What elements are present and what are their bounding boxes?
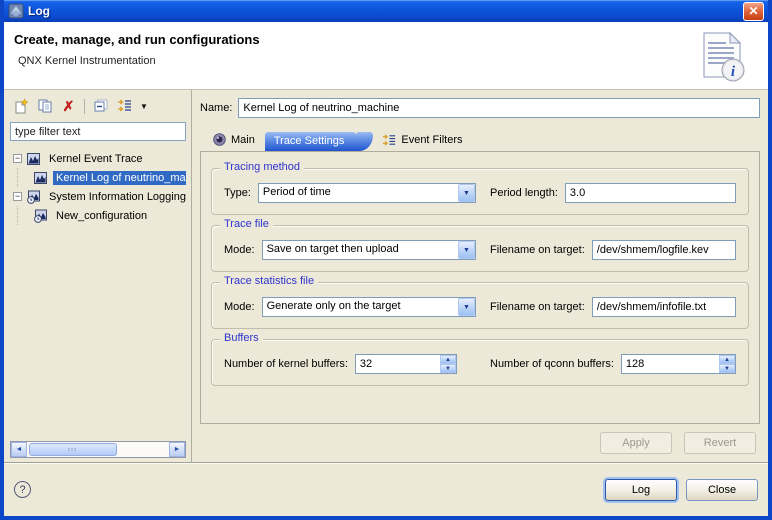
kernel-buffers-value[interactable] (356, 355, 440, 373)
kernel-buffers-stepper[interactable]: ▲ ▼ (355, 354, 457, 374)
selected-value: Generate only on the target (263, 298, 458, 316)
duplicate-icon[interactable] (36, 98, 53, 114)
tree-item-label[interactable]: System Information Logging (46, 190, 186, 204)
period-length-input[interactable] (565, 183, 736, 203)
period-length-label: Period length: (490, 187, 558, 199)
tab-trace-settings[interactable]: Trace Settings (265, 132, 359, 151)
tree-indent-guide (17, 206, 33, 225)
tab-label: Event Filters (401, 134, 462, 146)
stats-filename-input[interactable] (592, 297, 736, 317)
document-info-icon: i (696, 29, 748, 83)
tree-item-label[interactable]: New_configuration (53, 209, 150, 223)
group-title: Tracing method (220, 161, 304, 173)
collapse-all-icon[interactable] (92, 98, 109, 114)
selected-value: Save on target then upload (263, 241, 458, 259)
scrollbar-track[interactable] (27, 442, 169, 457)
filename-label: Filename on target: (490, 301, 585, 313)
tree-item-label[interactable]: Kernel Log of neutrino_machine (53, 171, 186, 185)
new-configuration-icon[interactable] (12, 98, 29, 114)
scroll-right-icon[interactable]: ► (169, 442, 185, 457)
tab-event-filters[interactable]: Event Filters (372, 128, 472, 151)
close-button[interactable]: Close (686, 479, 758, 501)
header-banner: Create, manage, and run configurations Q… (4, 22, 768, 90)
buffers-group: Buffers Number of kernel buffers: ▲ ▼ (211, 339, 749, 386)
tree-indent-guide (17, 168, 33, 187)
tree-item-new-configuration[interactable]: New_configuration (10, 206, 186, 225)
selected-value: Period of time (259, 184, 458, 202)
name-label: Name: (200, 102, 232, 114)
configuration-form: Name: Main Trace Settings (192, 90, 768, 462)
system-info-icon (33, 208, 49, 224)
close-icon[interactable]: ✕ (743, 2, 764, 21)
dialog-footer: ? Log Close (4, 462, 768, 516)
kernel-trace-icon (33, 170, 49, 186)
filename-label: Filename on target: (490, 244, 585, 256)
chevron-down-icon[interactable]: ▼ (458, 298, 475, 316)
configurations-tree: − Kernel Event Trace Kernel Log of neutr… (10, 147, 186, 439)
help-icon[interactable]: ? (14, 481, 31, 498)
toolbar-menu-caret-icon[interactable]: ▼ (140, 102, 148, 111)
page-subtitle: QNX Kernel Instrumentation (18, 55, 768, 67)
filter-icon[interactable] (116, 98, 133, 114)
revert-button[interactable]: Revert (684, 432, 756, 454)
trace-file-mode-select[interactable]: Save on target then upload ▼ (262, 240, 476, 260)
app-icon (8, 3, 24, 19)
group-title: Trace file (220, 218, 273, 230)
scrollbar-thumb[interactable] (29, 443, 117, 456)
event-filters-icon (382, 132, 397, 147)
trace-file-group: Trace file Mode: Save on target then upl… (211, 225, 749, 272)
configurations-panel: ✗ ▼ (4, 90, 192, 462)
delete-icon[interactable]: ✗ (60, 98, 77, 114)
title-bar[interactable]: Log ✕ (4, 0, 768, 22)
spin-up-icon[interactable]: ▲ (440, 355, 456, 364)
tree-item-kernel-log[interactable]: Kernel Log of neutrino_machine (10, 168, 186, 187)
chevron-down-icon[interactable]: ▼ (458, 184, 475, 202)
content-area: ✗ ▼ (4, 90, 768, 462)
trace-filename-input[interactable] (592, 240, 736, 260)
spin-up-icon[interactable]: ▲ (719, 355, 735, 364)
apply-button[interactable]: Apply (600, 432, 672, 454)
mode-label: Mode: (224, 301, 255, 313)
tree-item-label[interactable]: Kernel Event Trace (46, 152, 146, 166)
trace-statistics-group: Trace statistics file Mode: Generate onl… (211, 282, 749, 329)
tree-horizontal-scrollbar[interactable]: ◄ ► (10, 441, 186, 458)
window-title: Log (28, 4, 743, 18)
log-dialog-window: Log ✕ Create, manage, and run configurat… (0, 0, 772, 520)
qconn-buffers-value[interactable] (622, 355, 719, 373)
apply-revert-row: Apply Revert (200, 424, 760, 462)
qconn-buffers-label: Number of qconn buffers: (490, 358, 614, 370)
main-tab-icon (212, 132, 227, 147)
group-title: Buffers (220, 332, 263, 344)
config-toolbar: ✗ ▼ (10, 94, 186, 120)
type-label: Type: (224, 187, 251, 199)
scroll-left-icon[interactable]: ◄ (11, 442, 27, 457)
collapse-expander-icon[interactable]: − (13, 192, 22, 201)
tracing-type-select[interactable]: Period of time ▼ (258, 183, 476, 203)
trace-settings-pane: Tracing method Type: Period of time ▼ Pe… (200, 151, 760, 424)
mode-label: Mode: (224, 244, 255, 256)
tree-item-system-info-logging[interactable]: − System Information Logging (10, 187, 186, 206)
log-button[interactable]: Log (605, 479, 677, 501)
tab-label: Trace Settings (274, 135, 345, 147)
kernel-buffers-label: Number of kernel buffers: (224, 358, 348, 370)
spin-down-icon[interactable]: ▼ (440, 364, 456, 373)
chevron-down-icon[interactable]: ▼ (458, 241, 475, 259)
toolbar-separator (84, 99, 85, 114)
collapse-expander-icon[interactable]: − (13, 154, 22, 163)
group-title: Trace statistics file (220, 275, 318, 287)
spin-down-icon[interactable]: ▼ (719, 364, 735, 373)
system-info-icon (26, 189, 42, 205)
stats-mode-select[interactable]: Generate only on the target ▼ (262, 297, 476, 317)
name-input[interactable] (238, 98, 760, 118)
qconn-buffers-stepper[interactable]: ▲ ▼ (621, 354, 736, 374)
page-title: Create, manage, and run configurations (14, 32, 768, 47)
tab-label: Main (231, 134, 255, 146)
filter-input[interactable] (10, 122, 186, 141)
tab-main[interactable]: Main (202, 128, 265, 151)
tree-item-kernel-event-trace[interactable]: − Kernel Event Trace (10, 149, 186, 168)
tracing-method-group: Tracing method Type: Period of time ▼ Pe… (211, 168, 749, 215)
kernel-trace-icon (26, 151, 42, 167)
tab-bar: Main Trace Settings Event Filters (200, 128, 760, 151)
name-row: Name: (200, 98, 760, 118)
